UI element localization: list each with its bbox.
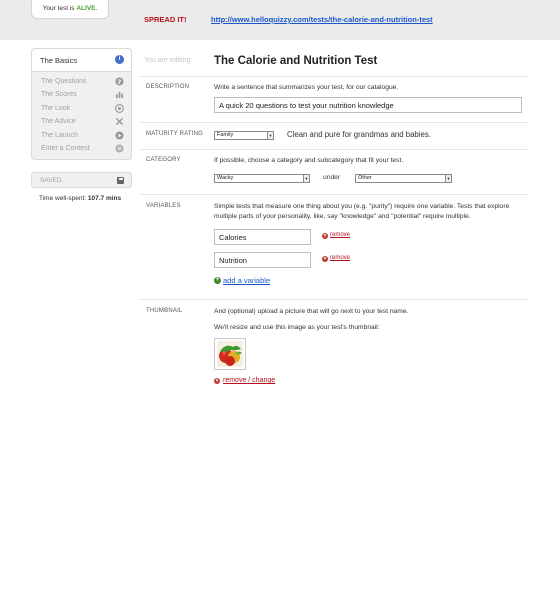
subcategory-select[interactable]: Other ▼ (355, 174, 452, 183)
remove-thumbnail-link[interactable]: remove / change (223, 377, 275, 384)
sidebar-item-label: The Launch (41, 131, 78, 139)
info-icon: i (115, 55, 124, 64)
top-bar: Your test is ALIVE. SPREAD IT! http://ww… (0, 0, 560, 40)
editing-label: You are editing: (144, 57, 193, 64)
under-label: under (323, 174, 341, 181)
add-icon: + (214, 277, 221, 284)
sidebar-item-label: Enter a Contest (41, 144, 90, 152)
page-title: The Calorie and Nutrition Test (214, 55, 378, 67)
saved-status: SAVED. (31, 172, 132, 188)
chevron-down-icon: ▼ (267, 132, 273, 139)
remove-icon: × (322, 256, 328, 262)
remove-icon: × (214, 378, 220, 384)
chevron-down-icon: ▼ (445, 175, 451, 182)
time-value: 107.7 mins (87, 195, 122, 202)
thumbnail-help-2: We'll resize and use this image as your … (214, 324, 380, 331)
thumbnail-label: THUMBNAIL (146, 308, 183, 314)
chevron-down-icon: ▼ (303, 175, 309, 182)
variables-help: Simple tests that measure one thing abou… (214, 203, 510, 220)
time-prefix: Time well-spent: (39, 195, 87, 202)
sidebar-item-questions[interactable]: The Questions ? (32, 75, 131, 88)
add-variable-link[interactable]: add a variable (223, 276, 270, 285)
description-label: DESCRIPTION (146, 84, 190, 90)
question-icon: ? (115, 77, 124, 86)
divider (140, 194, 528, 195)
divider (140, 76, 528, 77)
sidebar-item-label: The Basics (40, 56, 78, 65)
status-suffix: . (95, 5, 98, 12)
sidebar-item-look[interactable]: The Look (32, 102, 131, 115)
palette-icon (115, 103, 124, 113)
thumbnail-image[interactable] (214, 338, 246, 370)
sidebar-item-contest[interactable]: Enter a Contest (32, 142, 131, 155)
vegetables-image (217, 341, 243, 367)
variables-label: VARIABLES (146, 203, 181, 209)
sidebar-item-scores[interactable]: The Scores (32, 88, 131, 101)
bar-chart-icon (115, 92, 124, 99)
category-help: If possible, choose a category and subca… (214, 157, 404, 164)
status-value: ALIVE (76, 5, 96, 12)
saved-label: SAVED. (40, 177, 64, 184)
spread-it-label: SPREAD IT! (144, 15, 187, 24)
tools-icon (115, 118, 124, 126)
share-url-link[interactable]: http://www.helloquizzy.com/tests/the-cal… (211, 15, 433, 24)
divider (140, 299, 528, 300)
status-prefix: Your test is (42, 5, 75, 12)
subcategory-selected: Other (358, 175, 372, 181)
sidebar-item-label: The Look (41, 104, 71, 112)
description-field[interactable]: A quick 20 questions to test your nutrit… (214, 97, 522, 113)
thumbnail-help-1: And (optional) upload a picture that wil… (214, 308, 409, 315)
sidebar-item-label: The Scores (41, 91, 77, 99)
sidebar-item-label: The Advice (41, 118, 76, 126)
divider (140, 122, 528, 123)
play-icon (115, 131, 124, 140)
maturity-select[interactable]: Family ▼ (214, 131, 274, 140)
time-spent: Time well-spent: 107.7 mins (39, 195, 121, 202)
variable-field[interactable]: Nutrition (214, 252, 311, 268)
category-select[interactable]: Wacky ▼ (214, 174, 310, 183)
remove-variable-link[interactable]: remove (330, 255, 350, 261)
category-label: CATEGORY (146, 157, 181, 163)
divider (140, 149, 528, 150)
sidebar-item-advice[interactable]: The Advice (32, 115, 131, 128)
save-disk-icon (117, 177, 124, 184)
sidebar-item-basics[interactable]: The Basics i (32, 49, 131, 72)
category-selected: Wacky (217, 175, 234, 181)
award-icon (115, 144, 124, 153)
maturity-label: MATURITY RATING (146, 131, 203, 137)
maturity-selected: Family (217, 132, 234, 138)
variable-field[interactable]: Calories (214, 229, 311, 245)
test-status: Your test is ALIVE. (31, 0, 109, 19)
sidebar-item-label: The Questions (41, 78, 87, 85)
sidebar-item-launch[interactable]: The Launch (32, 129, 131, 142)
svg-text:?: ? (118, 79, 122, 86)
sidebar-nav: The Basics i The Questions ? The Scores … (31, 48, 132, 161)
description-help: Write a sentence that summarizes your te… (214, 84, 399, 91)
maturity-note: Clean and pure for grandmas and babies. (287, 130, 431, 139)
remove-variable-link[interactable]: remove (330, 232, 350, 238)
remove-icon: × (322, 233, 328, 239)
